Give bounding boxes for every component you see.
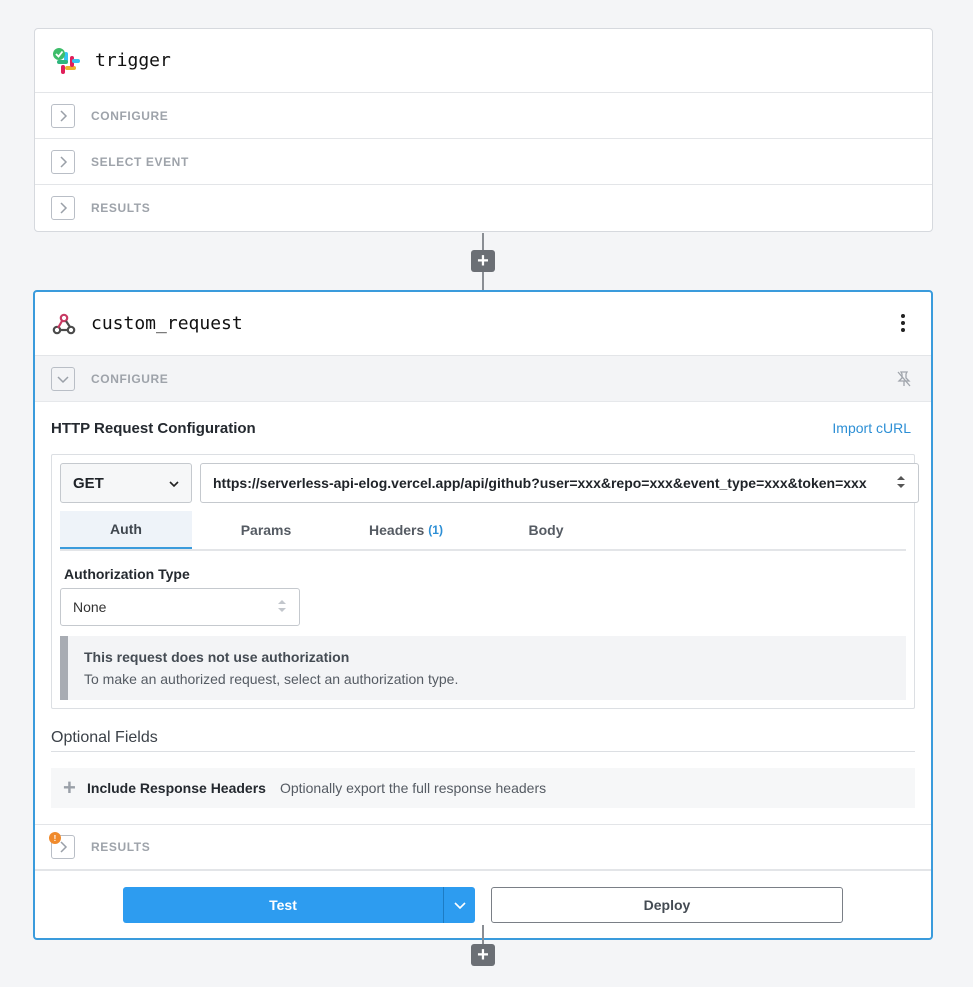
add-step-button[interactable]: + <box>471 944 495 966</box>
sort-arrows-icon <box>896 475 906 492</box>
custom-request-configure-row[interactable]: CONFIGURE <box>35 356 931 402</box>
request-builder: GET https://serverless-api-elog.vercel.a… <box>51 454 919 709</box>
plus-icon: + <box>477 250 489 272</box>
trigger-configure-row[interactable]: CONFIGURE <box>35 93 932 139</box>
add-step-button[interactable]: + <box>471 250 495 272</box>
test-button[interactable]: Test <box>123 886 443 923</box>
auth-notice: This request does not use authorization … <box>60 636 906 700</box>
auth-notice-text: To make an authorized request, select an… <box>84 671 459 687</box>
test-options-button[interactable] <box>443 886 475 923</box>
trigger-step-header[interactable]: trigger <box>35 29 932 93</box>
custom-request-results-label: RESULTS <box>91 840 151 854</box>
tab-auth[interactable]: Auth <box>60 511 192 549</box>
tab-params[interactable]: Params <box>200 511 332 549</box>
trigger-results-row[interactable]: RESULTS <box>35 185 932 231</box>
sort-arrows-icon <box>277 599 287 616</box>
tab-auth-label: Auth <box>110 521 142 537</box>
chevron-down-icon <box>169 475 179 492</box>
authorization-type-label: Authorization Type <box>64 566 190 582</box>
authorization-type-select[interactable]: None <box>60 588 300 626</box>
http-method-value: GET <box>73 474 104 492</box>
trigger-configure-label: CONFIGURE <box>91 108 169 123</box>
optional-field-description: Optionally export the full response head… <box>279 780 547 796</box>
trigger-step-card: trigger CONFIGURE SELECT EVENT RESULTS <box>34 28 933 232</box>
plus-icon[interactable]: + <box>63 775 77 801</box>
request-tabs: Auth Params Headers (1) Body <box>60 511 906 551</box>
authorization-type-value: None <box>73 599 107 615</box>
trigger-select-event-label: SELECT EVENT <box>91 154 189 169</box>
tab-params-label: Params <box>240 522 292 538</box>
webhook-icon <box>51 311 77 337</box>
trigger-select-event-row[interactable]: SELECT EVENT <box>35 139 932 185</box>
chevron-right-icon[interactable] <box>51 103 75 128</box>
headers-count: (1) <box>428 523 443 537</box>
warning-badge-icon: ! <box>49 832 61 844</box>
chevron-right-icon[interactable] <box>51 149 75 174</box>
tab-headers-label: Headers <box>369 522 425 538</box>
plus-icon: + <box>477 944 489 966</box>
tab-headers[interactable]: Headers (1) <box>340 511 472 549</box>
chevron-down-icon <box>453 896 466 914</box>
tab-body-label: Body <box>528 522 564 538</box>
trigger-step-title[interactable]: trigger <box>95 50 171 71</box>
import-curl-link[interactable]: Import cURL <box>832 420 911 436</box>
custom-request-results-row[interactable]: ! RESULTS <box>35 824 931 870</box>
http-request-config-section: HTTP Request Configuration Import cURL G… <box>35 402 931 808</box>
more-options-icon[interactable] <box>901 314 905 332</box>
trigger-results-label: RESULTS <box>91 201 151 215</box>
test-button-group: Test <box>123 886 475 923</box>
optional-fields-title: Optional Fields <box>51 729 915 752</box>
optional-field-name: Include Response Headers <box>87 780 266 796</box>
section-title: HTTP Request Configuration <box>51 419 256 437</box>
http-method-select[interactable]: GET <box>60 463 192 503</box>
unpin-icon[interactable] <box>895 370 913 393</box>
chevron-down-icon[interactable] <box>51 366 75 391</box>
custom-request-step-card: custom_request CONFIGURE HTTP Request Co… <box>33 290 933 940</box>
custom-request-configure-label: CONFIGURE <box>91 371 169 386</box>
slack-icon <box>51 46 81 76</box>
auth-notice-title: This request does not use authorization <box>84 649 350 665</box>
tab-body[interactable]: Body <box>480 511 612 549</box>
deploy-button[interactable]: Deploy <box>491 886 843 923</box>
include-response-headers-row[interactable]: + Include Response Headers Optionally ex… <box>51 768 915 808</box>
url-input[interactable]: https://serverless-api-elog.vercel.app/a… <box>200 463 919 503</box>
url-value: https://serverless-api-elog.vercel.app/a… <box>213 475 867 491</box>
custom-request-title[interactable]: custom_request <box>91 313 243 334</box>
custom-request-header[interactable]: custom_request <box>35 292 931 356</box>
chevron-right-icon[interactable] <box>51 196 75 220</box>
